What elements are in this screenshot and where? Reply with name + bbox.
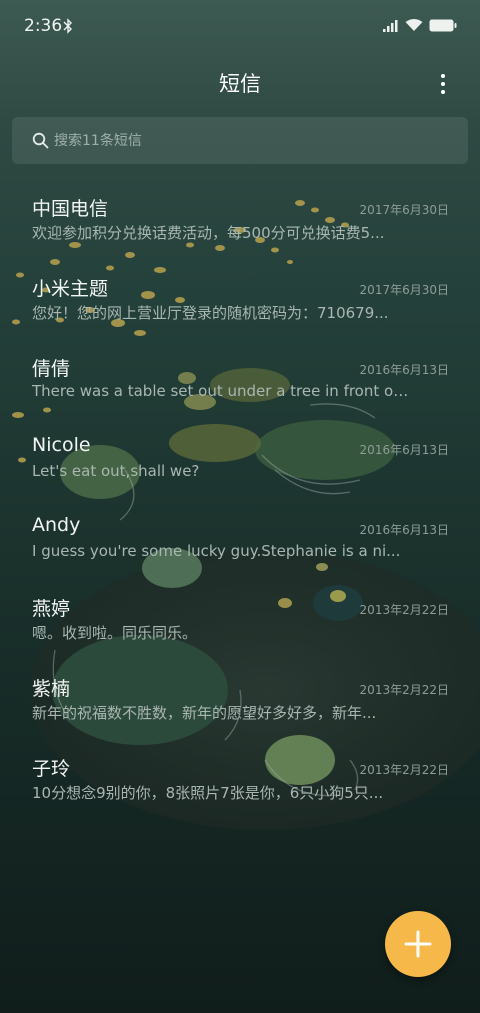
more-vertical-icon[interactable]	[432, 70, 454, 98]
message-preview: 新年的祝福数不胜数，新年的愿望好多好多，新年...	[32, 704, 377, 722]
new-message-button[interactable]	[385, 911, 451, 977]
conversation-item[interactable]: 子玲 2013年2月22日 10分想念9别的你，8张照片7张是你，6只小狗5只.…	[0, 736, 480, 816]
message-preview: I guess you're some lucky guy.Stephanie …	[32, 542, 401, 560]
contact-name: Nicole	[32, 434, 91, 456]
conversation-item[interactable]: 倩倩 2016年6月13日 There was a table set out …	[0, 336, 480, 416]
search-bar[interactable]	[12, 117, 468, 164]
conversation-item[interactable]: 燕婷 2013年2月22日 嗯。收到啦。同乐同乐。	[0, 576, 480, 656]
message-preview: 嗯。收到啦。同乐同乐。	[32, 624, 198, 642]
contact-name: 中国电信	[32, 198, 109, 220]
plus-icon	[404, 930, 432, 958]
status-bar: 2:36	[0, 0, 480, 52]
message-preview: Let's eat out,shall we?	[32, 462, 200, 480]
contact-name: 燕婷	[32, 598, 71, 620]
conversation-item[interactable]: 中国电信 2017年6月30日 欢迎参加积分兑换话费活动，每500分可兑换话费5…	[0, 176, 480, 256]
conversation-item[interactable]: 紫楠 2013年2月22日 新年的祝福数不胜数，新年的愿望好多好多，新年...	[0, 656, 480, 736]
message-date: 2017年6月30日	[359, 283, 449, 297]
signal-icon	[383, 20, 398, 32]
contact-name: 倩倩	[32, 358, 71, 380]
wifi-icon	[405, 19, 423, 31]
contact-name: 子玲	[32, 758, 71, 780]
conversation-list: 中国电信 2017年6月30日 欢迎参加积分兑换话费活动，每500分可兑换话费5…	[0, 176, 480, 816]
message-date: 2016年6月13日	[359, 363, 449, 377]
message-date: 2016年6月13日	[359, 443, 449, 457]
search-input[interactable]	[54, 130, 434, 152]
message-preview: 您好！您的网上营业厅登录的随机密码为：710679...	[32, 304, 389, 322]
message-date: 2013年2月22日	[359, 763, 449, 777]
message-preview: 10分想念9别的你，8张照片7张是你，6只小狗5只...	[32, 784, 384, 802]
conversation-item[interactable]: 小米主题 2017年6月30日 您好！您的网上营业厅登录的随机密码为：71067…	[0, 256, 480, 336]
contact-name: Andy	[32, 514, 81, 536]
message-date: 2013年2月22日	[359, 603, 449, 617]
message-preview: 欢迎参加积分兑换话费活动，每500分可兑换话费5...	[32, 224, 385, 242]
page-title: 短信	[219, 72, 261, 96]
message-date: 2013年2月22日	[359, 683, 449, 697]
contact-name: 紫楠	[32, 678, 71, 700]
bluetooth-icon	[63, 18, 72, 34]
conversation-item[interactable]: Andy 2016年6月13日 I guess you're some luck…	[0, 496, 480, 576]
search-icon	[32, 132, 49, 149]
status-time: 2:36	[24, 16, 63, 36]
message-preview: There was a table set out under a tree i…	[32, 382, 412, 400]
battery-icon	[429, 19, 457, 32]
contact-name: 小米主题	[32, 278, 109, 300]
message-date: 2017年6月30日	[359, 203, 449, 217]
conversation-item[interactable]: Nicole 2016年6月13日 Let's eat out,shall we…	[0, 416, 480, 496]
message-date: 2016年6月13日	[359, 523, 449, 537]
